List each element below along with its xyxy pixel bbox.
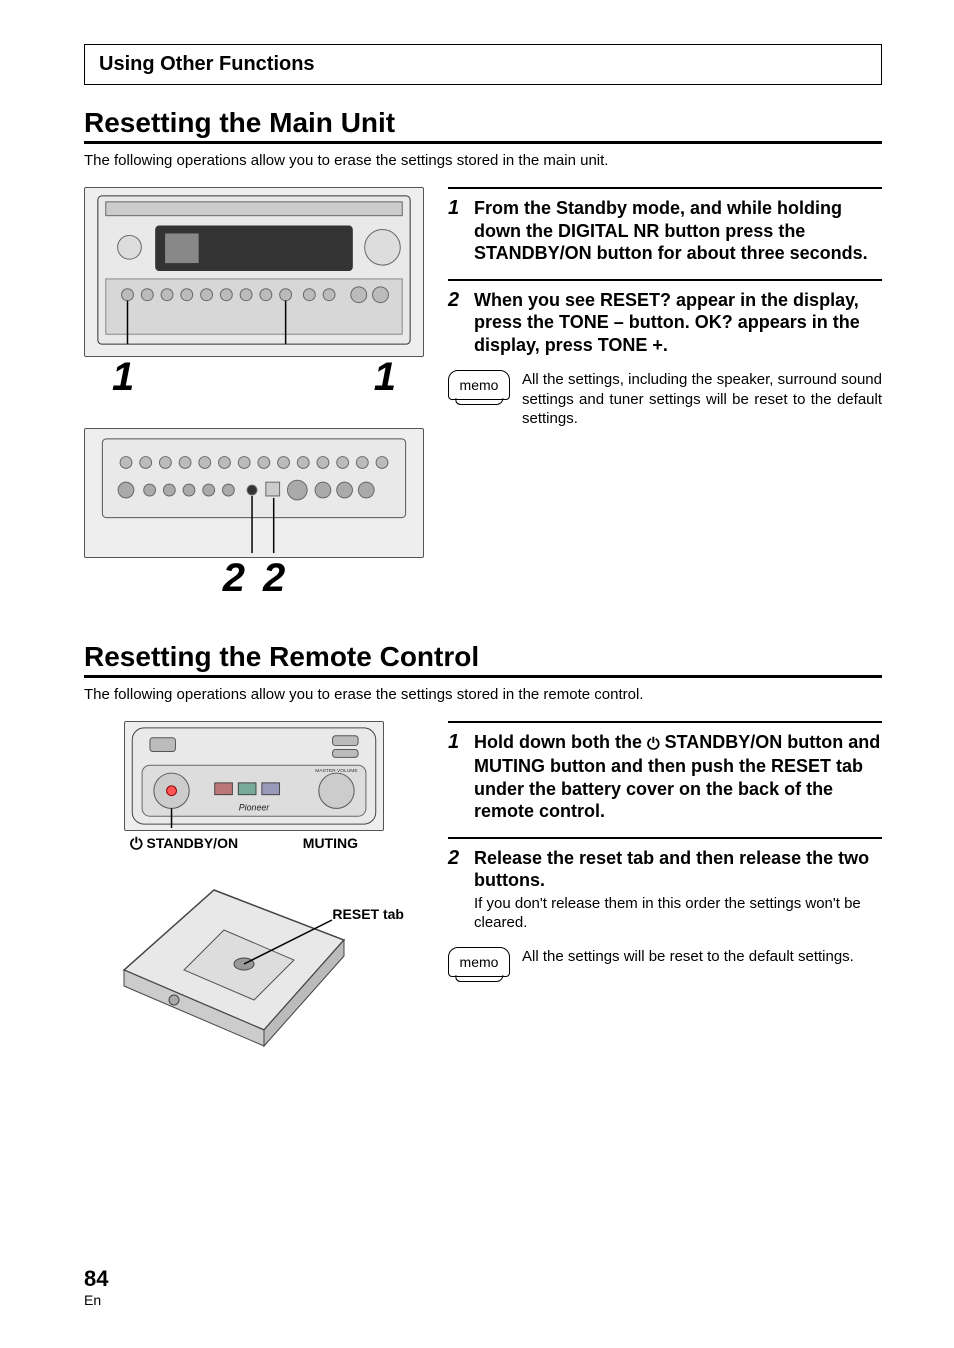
- power-icon: [647, 732, 660, 752]
- figure-receiver-front: [84, 187, 424, 357]
- section-bar: Using Other Functions: [84, 44, 882, 85]
- power-icon: [130, 835, 143, 851]
- svg-text:MASTER VOLUME: MASTER VOLUME: [315, 768, 358, 774]
- memo-2: memo All the settings will be reset to t…: [448, 947, 882, 977]
- label-muting: MUTING: [303, 835, 358, 854]
- rule: [448, 187, 882, 189]
- page: Using Other Functions Resetting the Main…: [0, 0, 954, 1348]
- step-number: 1: [448, 197, 464, 265]
- section1-columns: 1 1: [84, 187, 882, 601]
- fig2-callout-right: 2: [263, 556, 285, 601]
- svg-text:Pioneer: Pioneer: [239, 802, 270, 812]
- step-title: When you see RESET? appear in the displa…: [474, 289, 882, 357]
- fig1-callout-right: 1: [374, 355, 396, 400]
- label-reset-tab: RESET tab: [332, 906, 404, 922]
- fig2-callout-left: 2: [223, 556, 245, 601]
- label-standby-on: STANDBY/ON: [130, 835, 238, 854]
- intro-2: The following operations allow you to er…: [84, 686, 882, 703]
- rule: [84, 141, 882, 144]
- rule: [448, 279, 882, 281]
- step-2: 2 When you see RESET? appear in the disp…: [448, 289, 882, 357]
- memo-text: All the settings, including the speaker,…: [522, 370, 882, 429]
- memo-icon: memo: [448, 370, 510, 400]
- page-number: 84 En: [84, 1266, 108, 1308]
- step-title: Release the reset tab and then release t…: [474, 847, 882, 892]
- fig1-callout-left: 1: [112, 355, 134, 400]
- section1-steps: 1 From the Standby mode, and while holdi…: [448, 187, 882, 429]
- step-number: 2: [448, 847, 464, 933]
- figure-remote-top: MASTER VOLUME Pioneer: [124, 721, 384, 831]
- rule: [84, 675, 882, 678]
- section2-figures: MASTER VOLUME Pioneer STANDBY/ON MUTING: [84, 721, 424, 1050]
- memo-text: All the settings will be reset to the de…: [522, 947, 882, 967]
- step-number: 1: [448, 731, 464, 823]
- step-2: 2 Release the reset tab and then release…: [448, 847, 882, 933]
- step-title: From the Standby mode, and while holding…: [474, 197, 882, 265]
- figure-receiver-panel: [84, 428, 424, 558]
- memo-1: memo All the settings, including the spe…: [448, 370, 882, 429]
- step-body: If you don't release them in this order …: [474, 894, 882, 933]
- step-1: 1 From the Standby mode, and while holdi…: [448, 197, 882, 265]
- section2-steps: 1 Hold down both the STANDBY/ON button a…: [448, 721, 882, 977]
- section2-columns: MASTER VOLUME Pioneer STANDBY/ON MUTING: [84, 721, 882, 1050]
- rule: [448, 837, 882, 839]
- section-2: Resetting the Remote Control The followi…: [84, 641, 882, 1050]
- heading-reset-main-unit: Resetting the Main Unit: [84, 107, 882, 139]
- rule: [448, 721, 882, 723]
- step-1: 1 Hold down both the STANDBY/ON button a…: [448, 731, 882, 823]
- step-number: 2: [448, 289, 464, 357]
- heading-reset-remote: Resetting the Remote Control: [84, 641, 882, 673]
- step-title: Hold down both the STANDBY/ON button and…: [474, 731, 882, 823]
- memo-icon: memo: [448, 947, 510, 977]
- section1-figures: 1 1: [84, 187, 424, 601]
- figure-remote-back: RESET tab: [84, 880, 404, 1050]
- intro-1: The following operations allow you to er…: [84, 152, 882, 169]
